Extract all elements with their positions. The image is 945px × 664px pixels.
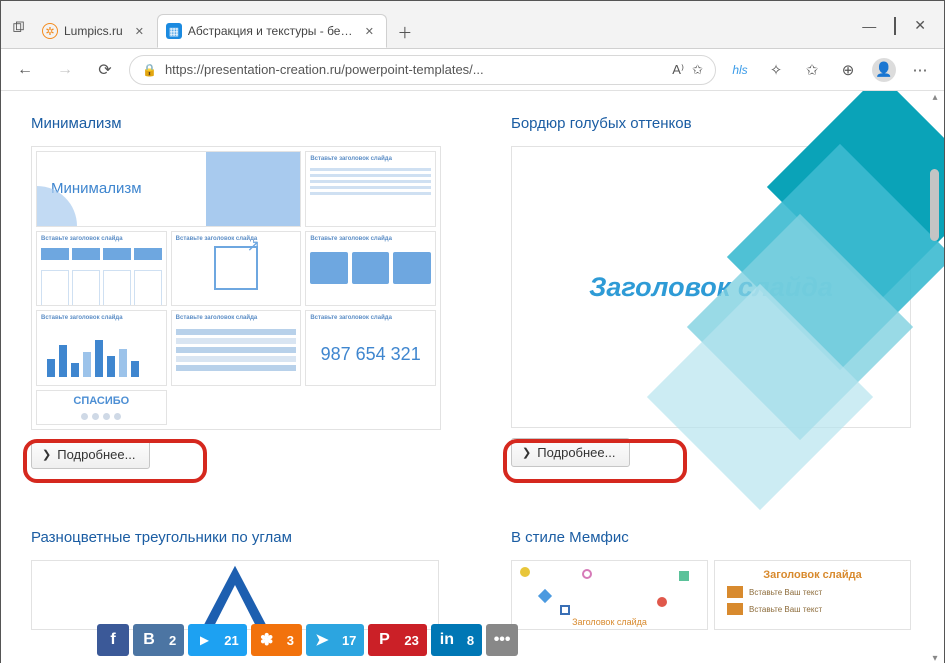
- favorites-icon[interactable]: ✩: [800, 58, 824, 82]
- big-number: 987 654 321: [310, 321, 431, 386]
- slide-line: Вставьте Ваш текст: [727, 603, 898, 615]
- share-count: 2: [165, 633, 184, 648]
- slide-title: Заголовок слайда: [719, 569, 906, 581]
- forward-button: →: [49, 54, 81, 86]
- slide-line: Вставьте Ваш текст: [727, 586, 898, 598]
- share-facebook[interactable]: f: [97, 624, 129, 656]
- slide-header: Вставьте заголовок слайда: [41, 236, 123, 242]
- template-card-triangles: Разноцветные треугольники по углам: [31, 529, 441, 630]
- reader-mode-icon[interactable]: A⁾: [672, 62, 684, 78]
- browser-tab-strip: ✲ Lumpics.ru ✕ ▦ Абстракция и текстуры -…: [1, 1, 944, 49]
- share-count: 17: [338, 633, 364, 648]
- more-button[interactable]: ❯ Подробнее...: [31, 440, 150, 469]
- share-count: 3: [283, 633, 302, 648]
- slide-title: Минимализм: [51, 180, 142, 197]
- template-card-minimalism: Минимализм Минимализм Вставьте заголовок…: [31, 115, 441, 469]
- window-controls: — ✕: [862, 17, 926, 34]
- share-count: 21: [220, 633, 246, 648]
- refresh-button[interactable]: ⟳: [89, 54, 121, 86]
- vk-icon: B: [133, 624, 165, 656]
- template-card-blue-border: Бордюр голубых оттенков Заголовок слайда…: [511, 115, 911, 469]
- profile-avatar[interactable]: 👤: [872, 58, 896, 82]
- chevron-right-icon: ❯: [42, 448, 51, 461]
- slide-header: Вставьте заголовок слайда: [310, 156, 392, 162]
- new-tab-button[interactable]: ＋: [391, 18, 419, 46]
- favorite-star-icon[interactable]: ✩: [692, 62, 703, 78]
- address-bar[interactable]: 🔒 https://presentation-creation.ru/power…: [129, 55, 716, 85]
- menu-icon[interactable]: ⋯: [908, 58, 932, 82]
- share-count: 8: [463, 633, 482, 648]
- twitter-icon: ▸: [188, 624, 220, 656]
- chevron-right-icon: ❯: [522, 446, 531, 459]
- telegram-icon: ➤: [306, 624, 338, 656]
- template-preview[interactable]: [31, 560, 439, 630]
- slide-header: Вставьте заголовок слайда: [310, 236, 392, 242]
- social-share-bar: f B2 ▸21 ✽3 ➤17 P23 in8 •••: [97, 624, 518, 656]
- share-linkedin[interactable]: in8: [431, 624, 482, 656]
- favicon-icon: ▦: [166, 23, 182, 39]
- scrollbar-thumb[interactable]: [930, 169, 939, 241]
- more-button-label: Подробнее...: [537, 445, 615, 460]
- share-telegram[interactable]: ➤17: [306, 624, 364, 656]
- scroll-down-icon[interactable]: ▾: [928, 652, 942, 664]
- template-preview[interactable]: Минимализм Вставьте заголовок слайда Вст…: [31, 146, 441, 430]
- share-more[interactable]: •••: [486, 624, 518, 656]
- facebook-icon: f: [97, 624, 129, 656]
- share-count: 23: [400, 633, 426, 648]
- close-tab-icon[interactable]: ✕: [129, 25, 144, 38]
- share-ok[interactable]: ✽3: [251, 624, 302, 656]
- template-preview[interactable]: Заголовок слайда: [511, 146, 911, 428]
- linkedin-icon: in: [431, 624, 463, 656]
- back-button[interactable]: ←: [9, 54, 41, 86]
- more-icon: •••: [486, 624, 518, 656]
- tab-lumpics[interactable]: ✲ Lumpics.ru ✕: [33, 14, 157, 48]
- minimize-button[interactable]: —: [862, 18, 876, 34]
- pinterest-icon: P: [368, 624, 400, 656]
- share-vk[interactable]: B2: [133, 624, 184, 656]
- tab-presentation-creation[interactable]: ▦ Абстракция и текстуры - беспл ✕: [157, 14, 387, 48]
- template-title[interactable]: В стиле Мемфис: [511, 529, 911, 546]
- thanks-label: СПАСИБО: [73, 395, 129, 407]
- site-lock-icon[interactable]: 🔒: [142, 63, 157, 77]
- page-viewport: Минимализм Минимализм Вставьте заголовок…: [1, 91, 944, 664]
- extensions-icon[interactable]: ✧: [764, 58, 788, 82]
- template-title[interactable]: Разноцветные треугольники по углам: [31, 529, 441, 546]
- vertical-scrollbar[interactable]: ▴ ▾: [928, 91, 942, 664]
- more-button-label: Подробнее...: [57, 447, 135, 462]
- template-card-memphis: В стиле Мемфис Заголовок слайда Заголово…: [511, 529, 911, 630]
- share-twitter[interactable]: ▸21: [188, 624, 246, 656]
- template-title[interactable]: Минимализм: [31, 115, 441, 132]
- close-tab-icon[interactable]: ✕: [359, 25, 374, 38]
- share-pinterest[interactable]: P23: [368, 624, 426, 656]
- slide-header: Вставьте заголовок слайда: [41, 315, 123, 321]
- scroll-up-icon[interactable]: ▴: [928, 91, 942, 103]
- maximize-button[interactable]: [894, 18, 896, 34]
- tab-actions-icon[interactable]: [13, 22, 25, 34]
- tab-title: Lumpics.ru: [64, 24, 123, 38]
- ok-icon: ✽: [251, 624, 283, 656]
- template-gallery: Минимализм Минимализм Вставьте заголовок…: [1, 91, 944, 664]
- tab-title: Абстракция и текстуры - беспл: [188, 24, 353, 38]
- slide-header: Вставьте заголовок слайда: [310, 315, 392, 321]
- template-preview[interactable]: Заголовок слайда Заголовок слайда Вставь…: [511, 560, 911, 630]
- close-window-button[interactable]: ✕: [914, 17, 926, 34]
- url-text: https://presentation-creation.ru/powerpo…: [165, 62, 664, 77]
- browser-toolbar: ← → ⟳ 🔒 https://presentation-creation.ru…: [1, 49, 944, 91]
- favicon-icon: ✲: [42, 23, 58, 39]
- slide-caption: Заголовок слайда: [512, 617, 707, 627]
- slide-header: Вставьте заголовок слайда: [176, 315, 258, 321]
- more-button[interactable]: ❯ Подробнее...: [511, 438, 630, 467]
- collections-icon[interactable]: ⊕: [836, 58, 860, 82]
- read-aloud-button[interactable]: hls: [728, 58, 752, 82]
